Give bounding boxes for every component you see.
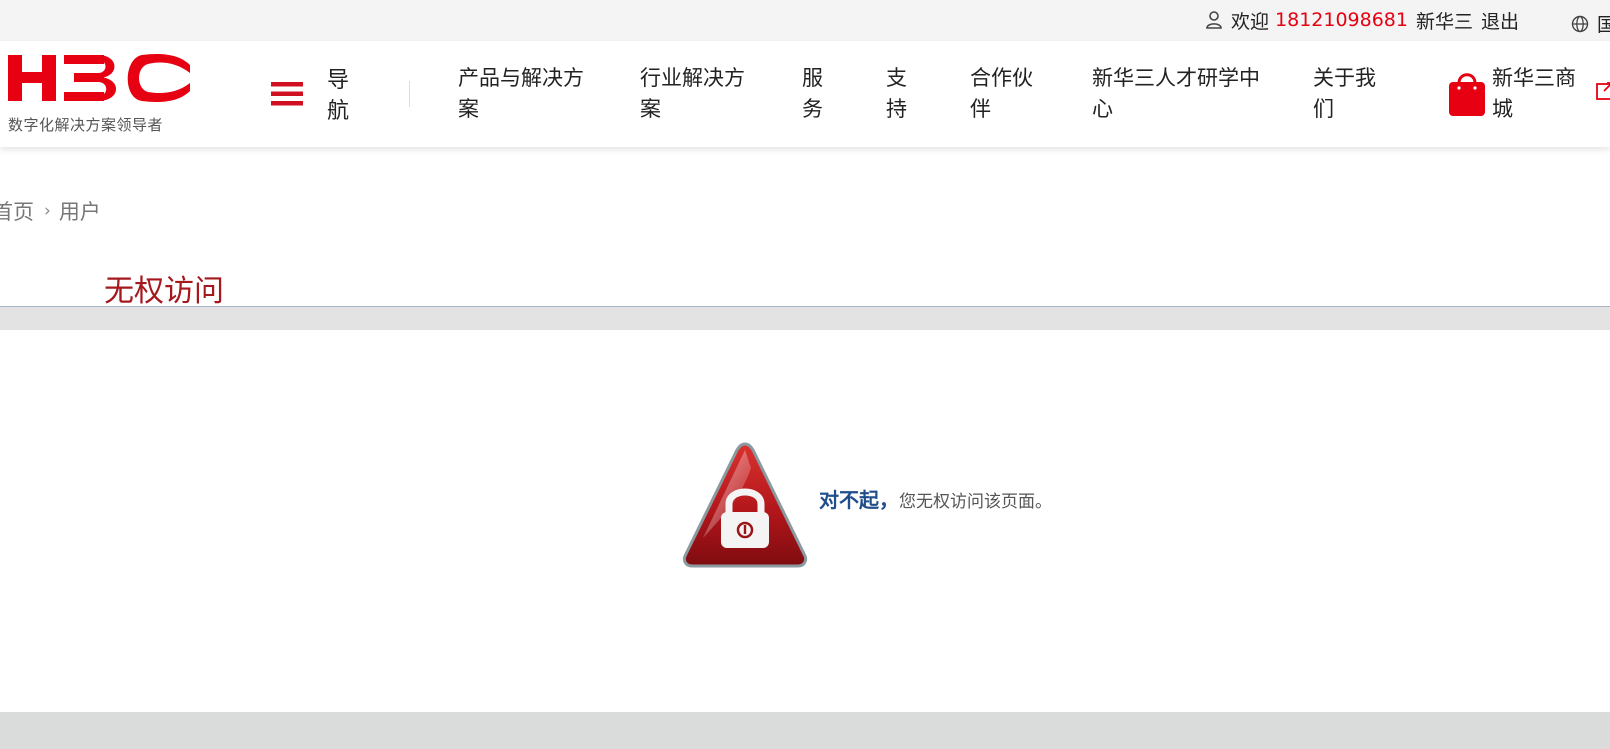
shopping-bag-icon: [1449, 73, 1485, 116]
page: 欢迎 18121098681 新华三 退出 国 数字化解决方案领导者 导航 产品…: [0, 0, 1610, 749]
nav-item-about[interactable]: 关于我们: [1313, 63, 1383, 125]
nav-item-industry[interactable]: 行业解决方案: [640, 63, 750, 125]
gray-band: [0, 307, 1610, 330]
language-selector[interactable]: 国: [1571, 10, 1610, 37]
nav-item-talent-center[interactable]: 新华三人才研学中心: [1092, 63, 1267, 125]
globe-icon: [1571, 15, 1589, 32]
h3c-logo-mark: [8, 54, 190, 102]
top-utility-bar: 欢迎 18121098681 新华三 退出 国: [0, 0, 1610, 41]
nav-menu-label: 导航: [327, 68, 350, 124]
external-link-icon[interactable]: [1596, 81, 1610, 101]
language-label: 国: [1597, 14, 1610, 36]
menu-icon: [271, 82, 303, 106]
user-phone-link[interactable]: 18121098681: [1275, 9, 1408, 31]
brand-text: 新华三: [1416, 10, 1474, 33]
user-zone: 欢迎 18121098681 新华三 退出: [1205, 7, 1519, 34]
footer-band: [0, 712, 1610, 749]
main-header: 数字化解决方案领导者 导航 产品与解决方案 行业解决方案 服务 支持 合作伙伴 …: [0, 41, 1610, 147]
breadcrumb-home[interactable]: 首页: [0, 196, 34, 226]
nav-divider: [409, 81, 410, 107]
user-icon[interactable]: [1205, 10, 1223, 30]
nav-menu-toggle[interactable]: 导航: [271, 65, 357, 127]
logout-link[interactable]: 退出: [1481, 7, 1519, 34]
breadcrumb-separator: ›: [44, 201, 51, 221]
sorry-label: 对不起，: [819, 487, 899, 512]
access-denied-message: 对不起，您无权访问该页面。: [681, 438, 1052, 570]
nav-item-products[interactable]: 产品与解决方案: [458, 63, 590, 125]
denied-text: 对不起，您无权访问该页面。: [819, 484, 1052, 513]
breadcrumb: 首页 › 用户: [0, 196, 101, 226]
nav-item-partners[interactable]: 合作伙伴: [970, 63, 1040, 125]
welcome-text: 欢迎: [1231, 10, 1270, 33]
page-title: 无权访问: [104, 274, 224, 309]
nav-item-support[interactable]: 支持: [886, 63, 910, 125]
lock-warning-icon: [682, 442, 808, 568]
denied-message: 您无权访问该页面。: [899, 491, 1052, 512]
breadcrumb-current[interactable]: 用户: [59, 196, 101, 226]
mall-link[interactable]: 新华三商城: [1448, 63, 1580, 125]
h3c-logo[interactable]: 数字化解决方案领导者: [8, 53, 203, 134]
logo-slogan: 数字化解决方案领导者: [8, 116, 164, 134]
nav-item-service[interactable]: 服务: [802, 63, 826, 125]
mall-label: 新华三商城: [1492, 66, 1576, 121]
